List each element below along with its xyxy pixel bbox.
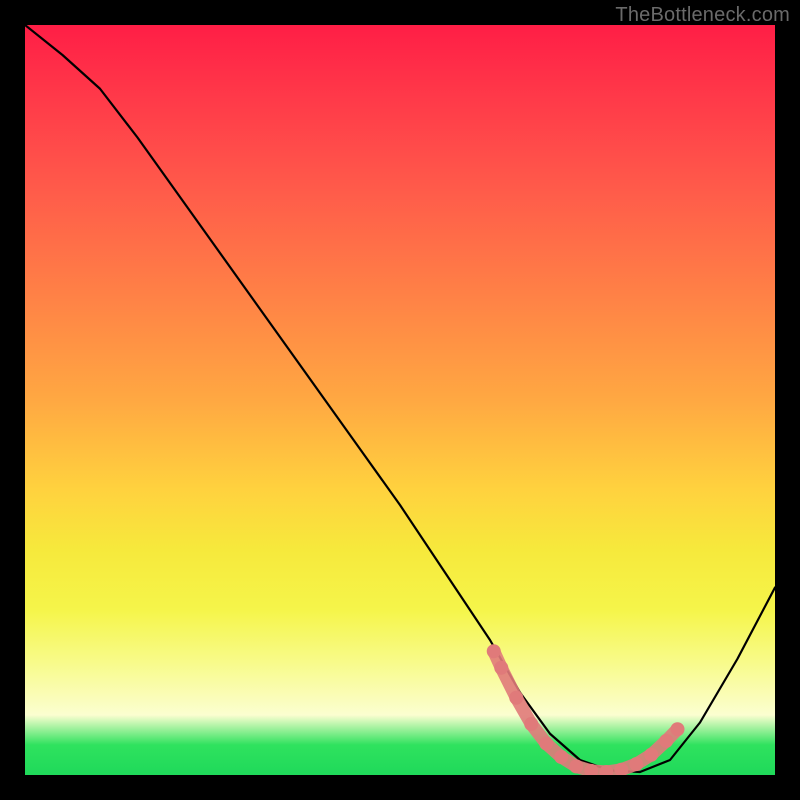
- chart-frame: TheBottleneck.com: [0, 0, 800, 800]
- bottleneck-curve: [25, 25, 775, 772]
- watermark-text: TheBottleneck.com: [615, 4, 790, 27]
- plot-area: [25, 25, 775, 775]
- chart-svg: [25, 25, 775, 775]
- optimal-range-marker: [487, 644, 685, 775]
